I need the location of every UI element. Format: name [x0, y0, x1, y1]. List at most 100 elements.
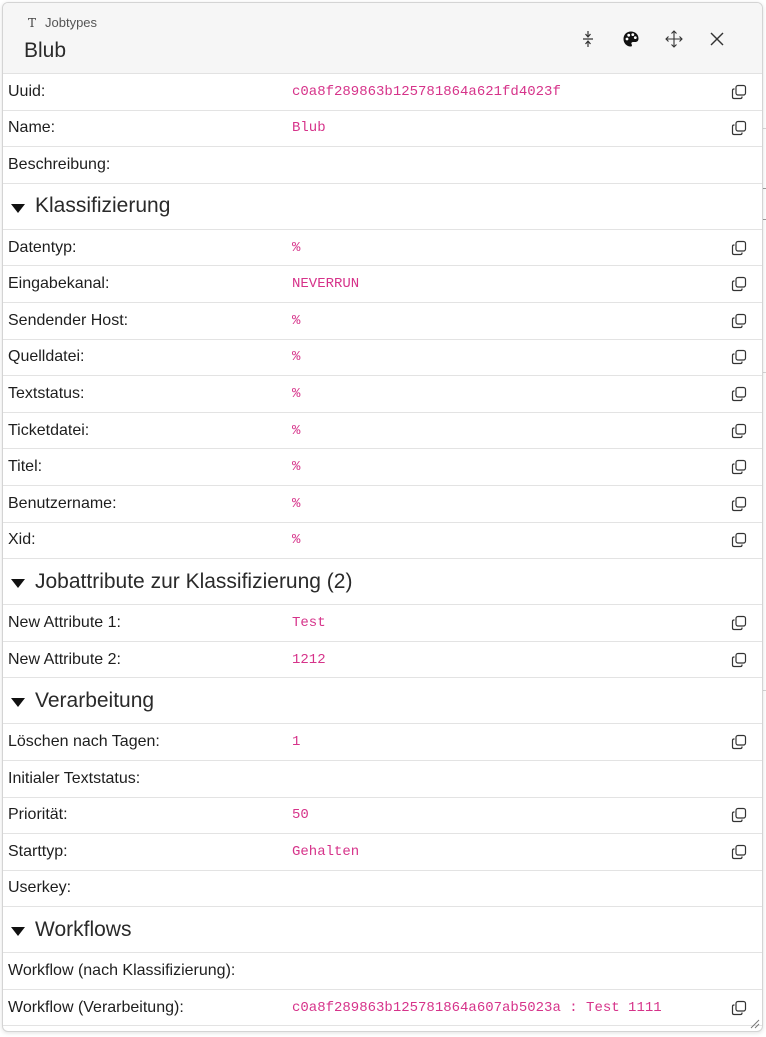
type-indicator: T Jobtypes — [25, 15, 97, 30]
property-label: Sendender Host: — [8, 311, 129, 329]
property-value: % — [292, 349, 301, 366]
copy-icon[interactable] — [730, 385, 748, 403]
move-icon — [664, 30, 683, 48]
property-label: Initialer Textstatus: — [8, 769, 141, 787]
property-label: New Attribute 2: — [8, 650, 121, 668]
resize-handle-icon[interactable] — [748, 1017, 760, 1029]
header-actions — [566, 25, 738, 53]
copy-icon[interactable] — [730, 275, 748, 293]
property-label: Beschreibung: — [8, 155, 111, 173]
property-row-sendender-host: Sendender Host:% — [3, 303, 762, 340]
property-row-titel: Titel:% — [3, 449, 762, 486]
close-button[interactable] — [695, 25, 738, 53]
text-type-icon: T — [27, 15, 36, 30]
property-row-textstatus: Textstatus:% — [3, 376, 762, 413]
property-row-workflow-verarbeitung: Workflow (Verarbeitung): c0a8f289863b1257… — [3, 990, 762, 1027]
property-value: Test — [292, 614, 326, 631]
property-label: Workflow (Verarbeitung): — [8, 998, 184, 1016]
copy-icon[interactable] — [730, 422, 748, 440]
property-label: Starttyp: — [8, 842, 68, 860]
property-label: Löschen nach Tagen: — [8, 733, 160, 751]
copy-icon[interactable] — [730, 806, 748, 824]
property-value: % — [292, 459, 301, 476]
section-jobattribute-zur-klassifizierung-2[interactable]: Jobattribute zur Klassifizierung (2) — [3, 559, 762, 606]
palette-icon — [623, 31, 638, 47]
property-value: % — [292, 312, 301, 329]
property-value: 1212 — [292, 651, 326, 668]
property-value: Gehalten — [292, 843, 360, 860]
section-workflows[interactable]: Workflows — [3, 907, 762, 954]
type-label: Jobtypes — [45, 15, 98, 30]
property-label: Ticketdatei: — [8, 421, 90, 439]
copy-icon[interactable] — [730, 119, 748, 137]
copy-icon[interactable] — [730, 239, 748, 257]
property-row-löschen-nach-tagen: Löschen nach Tagen: 1 — [3, 724, 762, 761]
caret-down-icon — [11, 924, 25, 942]
property-row-datentyp: Datentyp:% — [3, 230, 762, 267]
caret-down-icon — [11, 201, 25, 219]
copy-icon[interactable] — [730, 495, 748, 513]
property-label: New Attribute 1: — [8, 613, 121, 631]
jobtype-detail-dialog: T Jobtypes Blub Uuid: c0a8f289863b125781… — [2, 2, 763, 1032]
property-value: % — [292, 532, 301, 549]
property-row-new-attribute-2: New Attribute 2: 1212 — [3, 642, 762, 679]
property-label: Name: — [8, 119, 56, 137]
property-row-initialer-textstatus: Initialer Textstatus: — [3, 761, 762, 798]
section-label: Jobattribute zur Klassifizierung (2) — [35, 569, 353, 593]
property-row-uuid: Uuid: c0a8f289863b125781864a621fd4023f — [3, 74, 762, 111]
property-row-beschreibung: Beschreibung: — [3, 147, 762, 184]
property-row-workflow-nach-klassifizierung: Workflow (nach Klassifizierung): — [3, 953, 762, 990]
property-value: % — [292, 385, 301, 402]
section-klassifizierung[interactable]: Klassifizierung — [3, 184, 762, 230]
property-value: 1 — [292, 734, 301, 751]
property-row-xid: Xid:% — [3, 523, 762, 560]
copy-icon[interactable] — [730, 312, 748, 330]
dialog-title: Blub — [24, 39, 67, 62]
property-label: Titel: — [8, 458, 43, 476]
dialog-header[interactable]: T Jobtypes Blub — [3, 3, 762, 74]
property-value: c0a8f289863b125781864a607ab5023a : Test … — [292, 999, 662, 1016]
property-list: Uuid: c0a8f289863b125781864a621fd4023f Nam… — [3, 74, 762, 1027]
property-row-userkey: Userkey: — [3, 871, 762, 908]
property-label: Quelldatei: — [8, 348, 85, 366]
property-row-starttyp: Starttyp: Gehalten — [3, 834, 762, 871]
property-row-eingabekanal: Eingabekanal: NEVERRUN — [3, 266, 762, 303]
copy-icon[interactable] — [730, 83, 748, 101]
section-verarbeitung[interactable]: Verarbeitung — [3, 678, 762, 725]
copy-icon[interactable] — [730, 733, 748, 751]
property-value: % — [292, 422, 301, 439]
copy-icon[interactable] — [730, 843, 748, 861]
close-icon — [710, 32, 723, 46]
property-label: Eingabekanal: — [8, 275, 110, 293]
copy-icon[interactable] — [730, 651, 748, 669]
copy-icon[interactable] — [730, 999, 748, 1017]
property-row-quelldatei: Quelldatei:% — [3, 340, 762, 377]
section-label: Klassifizierung — [35, 194, 171, 218]
copy-icon[interactable] — [730, 531, 748, 549]
property-value: % — [292, 239, 301, 256]
property-label: Xid: — [8, 531, 36, 549]
property-value: Blub — [292, 120, 326, 137]
property-label: Priorität: — [8, 806, 68, 824]
property-value: NEVERRUN — [292, 276, 360, 293]
property-value: % — [292, 495, 301, 512]
copy-icon[interactable] — [730, 458, 748, 476]
section-label: Workflows — [35, 917, 132, 941]
property-row-name: Name: Blub — [3, 111, 762, 148]
property-row-benutzername: Benutzername:% — [3, 486, 762, 523]
expand-vertical-icon — [582, 31, 593, 47]
property-label: Datentyp: — [8, 238, 77, 256]
property-row-ticketdatei: Ticketdatei:% — [3, 413, 762, 450]
property-label: Userkey: — [8, 879, 72, 897]
property-label: Uuid: — [8, 82, 46, 100]
property-label: Workflow (nach Klassifizierung): — [8, 962, 236, 980]
palette-button[interactable] — [609, 25, 652, 53]
expand-vertical-button[interactable] — [566, 25, 609, 53]
copy-icon[interactable] — [730, 614, 748, 632]
property-value: 50 — [292, 807, 309, 824]
move-button[interactable] — [652, 25, 695, 53]
caret-down-icon — [11, 576, 25, 594]
section-label: Verarbeitung — [35, 688, 155, 712]
copy-icon[interactable] — [730, 348, 748, 366]
property-label: Benutzername: — [8, 494, 117, 512]
